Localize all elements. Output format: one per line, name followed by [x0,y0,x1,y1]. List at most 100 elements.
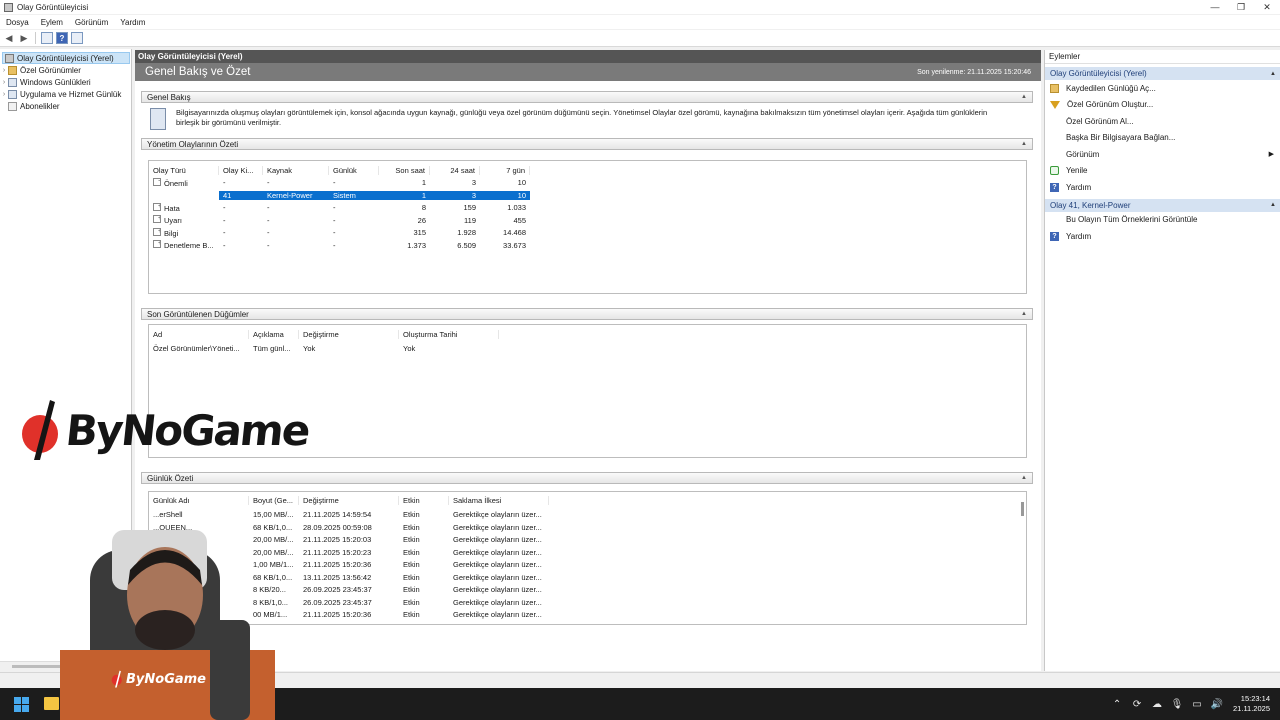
minimize-button[interactable]: — [1202,0,1228,14]
collapse-caret-icon[interactable]: ▲ [1021,94,1027,100]
log-summary-table: Günlük Adı Boyut (Ge... Değiştirme Etkin… [148,491,1027,625]
close-button[interactable]: ✕ [1254,0,1280,14]
column-header[interactable]: Günlük [329,165,379,175]
summary-section-header[interactable]: Yönetim Olaylarının Özeti ▲ [141,138,1033,150]
windows-start-icon[interactable] [14,697,29,712]
menu-gorunum[interactable]: Görünüm [69,18,114,27]
table-row[interactable]: 20,00 MB/... 21.11.2025 15:20:23 Etkin Gere… [149,546,1026,559]
column-header[interactable]: Değiştirme [299,329,399,339]
vertical-scrollbar-thumb[interactable] [1021,502,1024,516]
column-header[interactable]: Değiştirme [299,495,399,505]
tree-item-custom-views[interactable]: › Özel Görünümler [0,64,131,76]
expand-plus-icon[interactable]: + [153,227,161,236]
action-item[interactable]: Başka Bir Bilgisayara Bağlan... [1045,130,1280,147]
column-header[interactable]: Etkin [399,495,449,505]
column-header[interactable]: Oluşturma Tarihi [399,329,499,339]
menu-dosya[interactable]: Dosya [0,18,35,27]
expand-chevron-icon[interactable]: › [0,67,8,74]
collapse-caret-icon[interactable]: ▲ [1270,71,1276,77]
expand-plus-icon[interactable]: + [153,240,161,249]
sync-icon[interactable]: ⟳ [1127,699,1147,710]
overview-section-header[interactable]: Genel Bakış ▲ [141,91,1033,103]
table-row[interactable]: ...QUEEN... 68 KB/1,0... 28.09.2025 00:59:… [149,521,1026,534]
expand-chevron-icon[interactable]: › [0,91,8,98]
cell-event-type: +Denetleme B... [149,240,219,250]
column-header[interactable]: Saklama İlkesi [449,495,549,505]
column-header[interactable]: Günlük Adı [149,495,249,505]
action-label: Özel Görünüm Al... [1066,116,1134,126]
column-header[interactable]: Açıklama [249,329,299,339]
tree-item-subscriptions[interactable]: Abonelikler [0,100,131,112]
taskbar-clock[interactable]: 15:23:14 21.11.2025 [1233,694,1270,714]
table-row[interactable]: ...erShell 15,00 MB/... 21.11.2025 14:59:5… [149,509,1026,522]
table-row[interactable]: −Önemli---1310 [149,177,1026,190]
show-hidden-icons-chevron-icon[interactable]: ⌃ [1107,699,1127,710]
column-header[interactable]: Ad [149,329,249,339]
collapse-caret-icon[interactable]: ▲ [1021,141,1027,147]
table-row[interactable]: +Denetleme B...---1.3736.50933.673 [149,239,1026,252]
table-row[interactable]: 68 KB/1,0... 13.11.2025 13:56:42 Etkin Gere… [149,571,1026,584]
column-header[interactable]: Olay Türü [149,165,219,175]
cell-modified: Yok [303,344,316,354]
table-row[interactable]: 20,00 MB/... 21.11.2025 15:20:03 Etkin Gere… [149,534,1026,547]
table-row[interactable]: 8 KB/1,0... 26.09.2025 23:45:37 Etkin Gerek… [149,596,1026,609]
cell-pol: Gerektikçe olayların üzer... [453,510,542,520]
network-icon[interactable]: ▭ [1187,699,1207,710]
table-row[interactable]: 1,00 MB/1... 21.11.2025 15:20:36 Etkin Gere… [149,559,1026,572]
table-row[interactable]: 00 MB/1... 21.11.2025 15:20:36 Etkin Gerekt… [149,609,1026,622]
column-header[interactable]: Son saat [379,165,430,175]
action-item[interactable]: Görünüm ▶ [1045,146,1280,163]
actions-group-event-viewer[interactable]: Olay Görüntüleyicisi (Yerel) ▲ [1045,67,1280,80]
expand-chevron-icon[interactable]: › [0,79,8,86]
column-header[interactable]: 24 saat [430,165,480,175]
action-item[interactable]: Özel Görünüm Al... [1045,113,1280,130]
collapse-caret-icon[interactable]: ▲ [1270,202,1276,208]
microphone-icon[interactable]: 🎙 [1167,699,1187,710]
action-item[interactable]: ? Yardım [1045,228,1280,245]
recent-section-header[interactable]: Son Görüntülenen Düğümler ▲ [141,308,1033,320]
show-hide-action-pane-icon[interactable] [71,32,83,44]
collapse-caret-icon[interactable]: ▲ [1021,475,1027,481]
speaker-icon[interactable]: 🔊 [1207,699,1227,710]
table-row[interactable]: Özel Görünümler\Yöneti... Tüm günl... Yo… [149,343,1026,356]
tree-item-windows-logs[interactable]: › Windows Günlükleri [0,76,131,88]
maximize-button[interactable]: ❐ [1228,0,1254,14]
cell-day: 3 [471,178,476,188]
menu-yardim[interactable]: Yardım [114,18,151,27]
cell-id: - [223,240,226,250]
expand-plus-icon[interactable]: + [153,202,161,211]
tree-item-root[interactable]: Olay Görüntüleyicisi (Yerel) [2,52,130,64]
column-header[interactable]: Kaynak [263,165,329,175]
file-explorer-icon[interactable] [44,697,59,710]
action-item[interactable]: Kaydedilen Günlüğü Aç... [1045,80,1280,97]
show-hide-console-tree-icon[interactable] [41,32,53,44]
table-row[interactable]: +Bilgi---3151.92814.468 [149,227,1026,240]
cloud-icon[interactable]: ☁ [1147,699,1167,710]
table-row[interactable]: +Hata---81591.033 [149,202,1026,215]
column-header[interactable]: Olay Ki... [219,165,263,175]
column-header[interactable]: 7 gün [480,165,530,175]
action-item[interactable]: Bu Olayın Tüm Örneklerini Görüntüle [1045,212,1280,229]
table-row[interactable]: 8 KB/20... 26.09.2025 23:45:37 Etkin Gerekt… [149,584,1026,597]
expand-plus-icon[interactable]: + [153,215,161,224]
action-item[interactable]: Özel Görünüm Oluştur... [1045,97,1280,114]
cell-log: - [333,203,336,213]
back-arrow-icon[interactable]: ◀ [3,32,15,44]
table-header-row: Olay Türü Olay Ki... Kaynak Günlük Son s… [149,164,1026,177]
event-type-label: Hata [164,203,180,213]
actions-group-event-41[interactable]: Olay 41, Kernel-Power ▲ [1045,198,1280,212]
forward-arrow-icon[interactable]: ▶ [18,32,30,44]
table-row[interactable]: +Uyarı---26119455 [149,214,1026,227]
collapse-caret-icon[interactable]: ▲ [1021,311,1027,317]
help-icon[interactable]: ? [56,32,68,44]
action-item[interactable]: ? Yardım [1045,179,1280,196]
action-item[interactable]: Yenile [1045,163,1280,180]
collapse-minus-icon[interactable]: − [153,177,161,186]
cell-day: 159 [463,203,476,213]
menu-eylem[interactable]: Eylem [35,18,69,27]
column-header[interactable]: Boyut (Ge... [249,495,299,505]
table-row[interactable]: 41 Kernel-Power Sistem 1 3 10 [149,189,1026,202]
log-summary-section-header[interactable]: Günlük Özeti ▲ [141,472,1033,484]
tree-item-app-service-logs[interactable]: › Uygulama ve Hizmet Günlük [0,88,131,100]
